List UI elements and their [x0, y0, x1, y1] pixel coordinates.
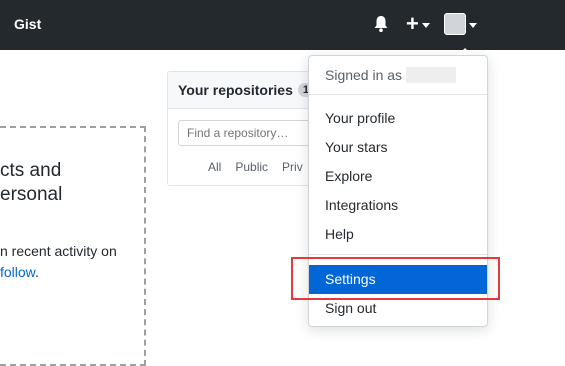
chevron-down-icon: [469, 22, 477, 28]
repositories-panel: Your repositories 10 All Public Priv: [167, 71, 327, 186]
avatar: [444, 13, 466, 35]
filter-all[interactable]: All: [208, 160, 221, 174]
blankslate-text-end: .: [35, 264, 39, 280]
menu-divider: [309, 254, 487, 255]
plus-icon: +: [406, 11, 419, 36]
top-navbar: Gist +: [0, 0, 565, 50]
blankslate-title-line: cts and: [0, 160, 62, 181]
menu-item-explore[interactable]: Explore: [309, 163, 487, 189]
repositories-header: Your repositories 10: [168, 72, 326, 109]
menu-item-your-stars[interactable]: Your stars: [309, 134, 487, 160]
user-menu-button[interactable]: [444, 13, 477, 35]
create-new-button[interactable]: +: [406, 11, 430, 36]
signed-in-header: Signed in as: [325, 67, 457, 83]
repository-filters: All Public Priv: [208, 160, 303, 174]
menu-divider: [309, 94, 487, 95]
blankslate-text-line: follow.: [0, 262, 117, 283]
menu-item-help[interactable]: Help: [309, 221, 487, 247]
menu-item-sign-out[interactable]: Sign out: [309, 295, 487, 321]
gist-link[interactable]: Gist: [14, 16, 41, 32]
menu-item-integrations[interactable]: Integrations: [309, 192, 487, 218]
menu-item-settings[interactable]: Settings: [309, 265, 487, 294]
user-dropdown-menu: Signed in as Your profile Your stars Exp…: [308, 55, 488, 327]
blankslate-text-line: n recent activity on: [0, 243, 117, 259]
menu-pointer: [458, 48, 472, 55]
follow-link[interactable]: follow: [0, 264, 35, 280]
blankslate-title-line: ersonal: [0, 184, 63, 205]
filter-public[interactable]: Public: [235, 160, 268, 174]
blankslate-text: n recent activity on follow.: [0, 241, 117, 283]
blankslate-title: cts and ersonal: [0, 159, 62, 207]
menu-item-your-profile[interactable]: Your profile: [309, 105, 487, 131]
signed-in-label: Signed in as: [325, 67, 403, 83]
username-redacted: [406, 67, 457, 83]
repository-search-input[interactable]: [178, 120, 318, 146]
filter-private[interactable]: Priv: [282, 160, 303, 174]
chevron-down-icon: [421, 22, 430, 28]
bell-icon[interactable]: [373, 15, 389, 33]
repositories-title: Your repositories: [178, 82, 293, 98]
